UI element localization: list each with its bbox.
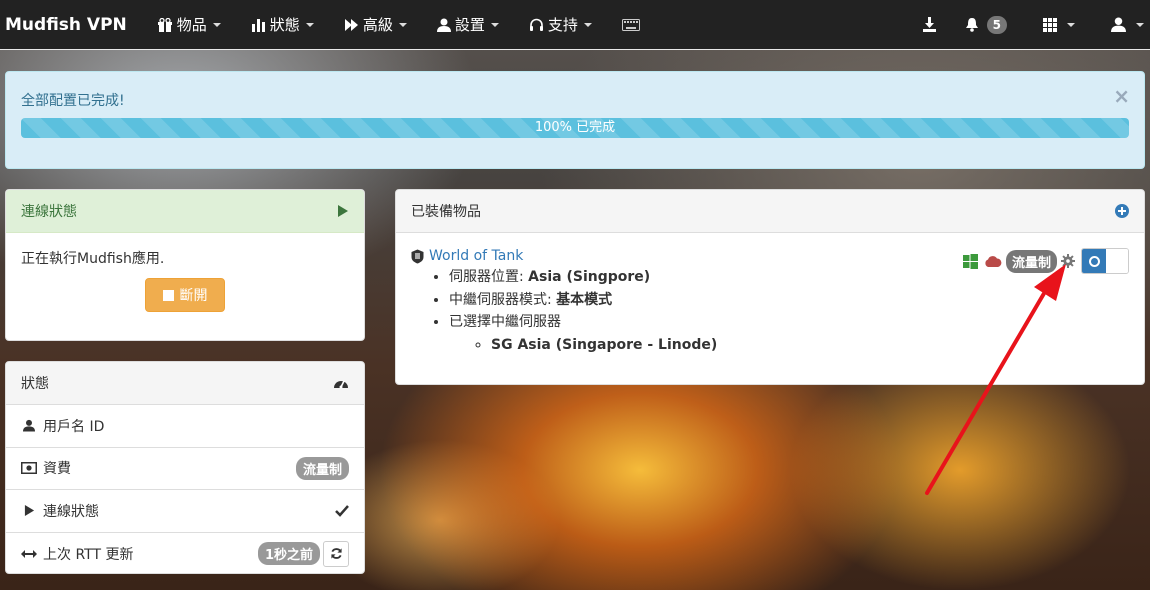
billing-label: 流量制 — [1005, 249, 1057, 273]
top-navbar: Mudfish VPN 物品 狀態 高級 設置 支持 5 — [0, 0, 1150, 50]
toggle-on-state — [1082, 249, 1106, 273]
nav-menu-settings[interactable]: 設置 — [422, 0, 514, 50]
panel-title: 狀態 — [21, 376, 49, 392]
alert-close-button[interactable]: × — [1113, 86, 1130, 106]
user-icon — [21, 419, 37, 432]
detail-label: 中繼伺服器模式: — [449, 291, 557, 308]
chevron-down-icon — [212, 22, 221, 27]
status-row-rtt: 上次 RTT 更新 1秒之前 — [6, 533, 364, 574]
item-enable-toggle[interactable] — [1081, 248, 1129, 274]
status-row-label: 上次 RTT 更新 — [43, 546, 134, 563]
panel-heading: 連線狀態 — [6, 190, 364, 233]
stop-icon — [162, 289, 174, 301]
headphones-icon — [529, 18, 543, 31]
nav-menu-label: 狀態 — [269, 16, 300, 34]
selected-server: SG Asia (Singapore - Linode) — [491, 336, 718, 353]
check-icon — [335, 504, 349, 517]
cloud-icon — [985, 255, 1002, 267]
refresh-icon — [330, 548, 342, 560]
panel-body: World of Tank 伺服器位置: Asia (Singpore) 中繼伺… — [396, 233, 1144, 371]
billing-badge: 流量制 — [295, 456, 349, 480]
list-item: 已選擇中繼伺服器 SG Asia (Singapore - Linode) — [449, 311, 1129, 356]
connection-status-panel: 連線狀態 正在執行Mudfish應用. 斷開 — [5, 189, 365, 341]
gift-icon — [157, 17, 172, 32]
user-menu[interactable] — [1089, 0, 1150, 50]
fast-forward-icon — [344, 18, 358, 31]
chevron-down-icon — [398, 22, 407, 27]
toggle-off-state — [1106, 249, 1128, 273]
user-icon — [436, 18, 451, 32]
play-icon — [21, 504, 37, 517]
nav-menu-status[interactable]: 狀態 — [236, 0, 329, 50]
nav-right-group: 5 — [910, 0, 1150, 50]
dashboard-icon — [333, 376, 349, 390]
disconnect-label: 斷開 — [179, 288, 208, 304]
panel-title: 連線狀態 — [21, 204, 77, 220]
panel-heading: 已裝備物品 — [396, 190, 1144, 233]
status-row-user-id: 用戶名 ID — [6, 405, 364, 448]
detail-value: Asia (Singpore) — [528, 269, 651, 285]
server-sublist: SG Asia (Singapore - Linode) — [491, 334, 1129, 357]
grid-icon — [1043, 17, 1057, 32]
list-item: 中繼伺服器模式: 基本模式 — [449, 289, 1129, 312]
brand-logo[interactable]: Mudfish VPN — [0, 15, 142, 35]
detail-label: 伺服器位置: — [449, 269, 529, 285]
detail-value: 基本模式 — [556, 291, 613, 308]
nav-menu-label: 高級 — [362, 16, 393, 34]
nav-menu-label: 設置 — [454, 16, 485, 34]
status-row-connection: 連線狀態 — [6, 490, 364, 533]
plus-circle-icon — [1115, 204, 1129, 218]
power-icon — [1088, 255, 1100, 267]
bar-chart-icon — [251, 18, 265, 32]
panel-title: 已裝備物品 — [411, 204, 481, 220]
setup-progress: 100% 已完成 — [21, 118, 1129, 138]
add-item-button[interactable] — [1115, 204, 1129, 218]
chevron-down-icon — [490, 22, 499, 27]
chevron-down-icon — [583, 22, 592, 27]
bell-icon — [965, 18, 978, 32]
setup-complete-alert: 全部配置已完成! × 100% 已完成 — [5, 71, 1145, 169]
chevron-down-icon — [305, 22, 314, 27]
gear-icon[interactable] — [1061, 254, 1075, 268]
notifications-button[interactable]: 5 — [953, 0, 1019, 50]
equipped-items-panel: 已裝備物品 World of Tank 伺服器位置: Asia (Singpor… — [395, 189, 1145, 385]
windows-icon — [962, 253, 978, 269]
keyboard-icon — [621, 18, 640, 31]
status-row-label: 資費 — [43, 461, 71, 478]
rtt-time-badge: 1秒之前 — [257, 542, 320, 566]
play-icon[interactable] — [337, 204, 349, 218]
keyboard-button[interactable] — [607, 0, 659, 50]
notification-count-badge: 5 — [986, 15, 1007, 34]
disconnect-button[interactable]: 斷開 — [145, 278, 225, 312]
status-panel: 狀態 用戶名 ID 資費 流量制 連線狀態 上次 RTT 更新 1秒之前 — [5, 361, 365, 574]
item-details-list: 伺服器位置: Asia (Singpore) 中繼伺服器模式: 基本模式 已選擇… — [449, 266, 1129, 356]
chevron-down-icon — [1067, 22, 1075, 27]
item-name-link[interactable]: World of Tank — [429, 248, 523, 264]
game-shield-icon — [411, 249, 424, 263]
money-icon — [21, 462, 37, 475]
panel-heading: 狀態 — [6, 362, 364, 405]
user-icon — [1111, 17, 1126, 32]
connection-message: 正在執行Mudfish應用. — [21, 251, 165, 267]
progress-bar: 100% 已完成 — [21, 118, 1129, 138]
refresh-button[interactable] — [323, 540, 349, 567]
item-actions: 流量制 — [962, 248, 1129, 274]
status-row-billing: 資費 流量制 — [6, 448, 364, 490]
alert-message: 全部配置已完成! — [21, 93, 125, 109]
status-row-label: 連線狀態 — [43, 503, 99, 520]
download-button[interactable] — [910, 0, 953, 50]
nav-menu-advanced[interactable]: 高級 — [329, 0, 422, 50]
nav-menu-label: 物品 — [176, 16, 207, 34]
resize-horizontal-icon — [21, 549, 37, 559]
panel-body: 正在執行Mudfish應用. 斷開 — [6, 233, 364, 327]
download-icon — [922, 17, 936, 32]
detail-label: 已選擇中繼伺服器 — [449, 314, 561, 330]
nav-menu-support[interactable]: 支持 — [514, 0, 607, 50]
nav-menu-label: 支持 — [547, 16, 578, 34]
apps-menu[interactable] — [1019, 0, 1089, 50]
nav-menu-items[interactable]: 物品 — [142, 0, 236, 50]
chevron-down-icon — [1136, 22, 1144, 27]
list-item: SG Asia (Singapore - Linode) — [491, 334, 1129, 357]
status-row-label: 用戶名 ID — [43, 418, 105, 435]
